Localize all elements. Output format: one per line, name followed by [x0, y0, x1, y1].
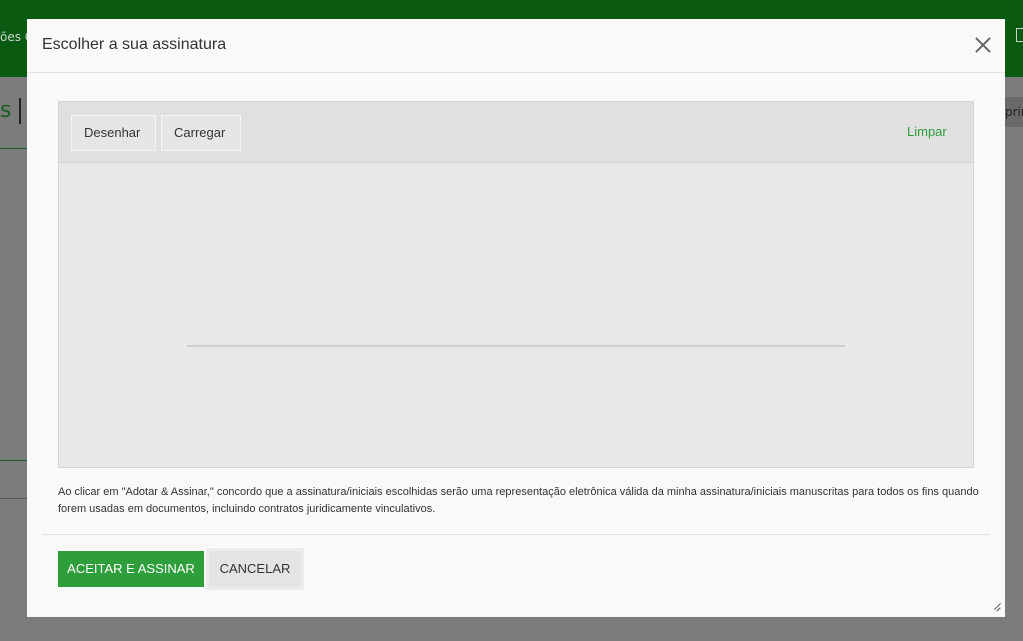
resize-handle-icon[interactable]: [992, 603, 1001, 612]
header-icon-partial: [1016, 28, 1023, 42]
modal-title: Escolher a sua assinatura: [42, 36, 227, 53]
accept-and-sign-button[interactable]: ACEITAR E ASSINAR: [58, 551, 204, 587]
print-button-partial: prin: [1005, 97, 1023, 127]
signature-baseline: [187, 345, 845, 347]
tab-upload[interactable]: Carregar: [161, 115, 241, 151]
title-divider: [19, 98, 21, 124]
divider: [0, 460, 27, 461]
divider: [0, 148, 27, 149]
page-title-partial: s: [0, 98, 12, 123]
footer-divider: [42, 534, 990, 535]
divider: [0, 498, 27, 499]
legal-disclaimer: Ao clicar em "Adotar & Assinar," concord…: [58, 486, 979, 515]
signature-modal: Escolher a sua assinatura Desenhar Carre…: [27, 19, 1005, 617]
close-icon[interactable]: [975, 37, 991, 53]
tab-draw[interactable]: Desenhar: [71, 115, 156, 151]
modal-header: Escolher a sua assinatura: [27, 19, 1005, 73]
clear-link[interactable]: Limpar: [907, 124, 947, 139]
signature-toolbar: Desenhar Carregar Limpar: [59, 102, 973, 163]
cancel-button[interactable]: CANCELAR: [206, 548, 304, 590]
signature-canvas[interactable]: [59, 163, 973, 467]
signature-panel: Desenhar Carregar Limpar: [58, 101, 974, 468]
